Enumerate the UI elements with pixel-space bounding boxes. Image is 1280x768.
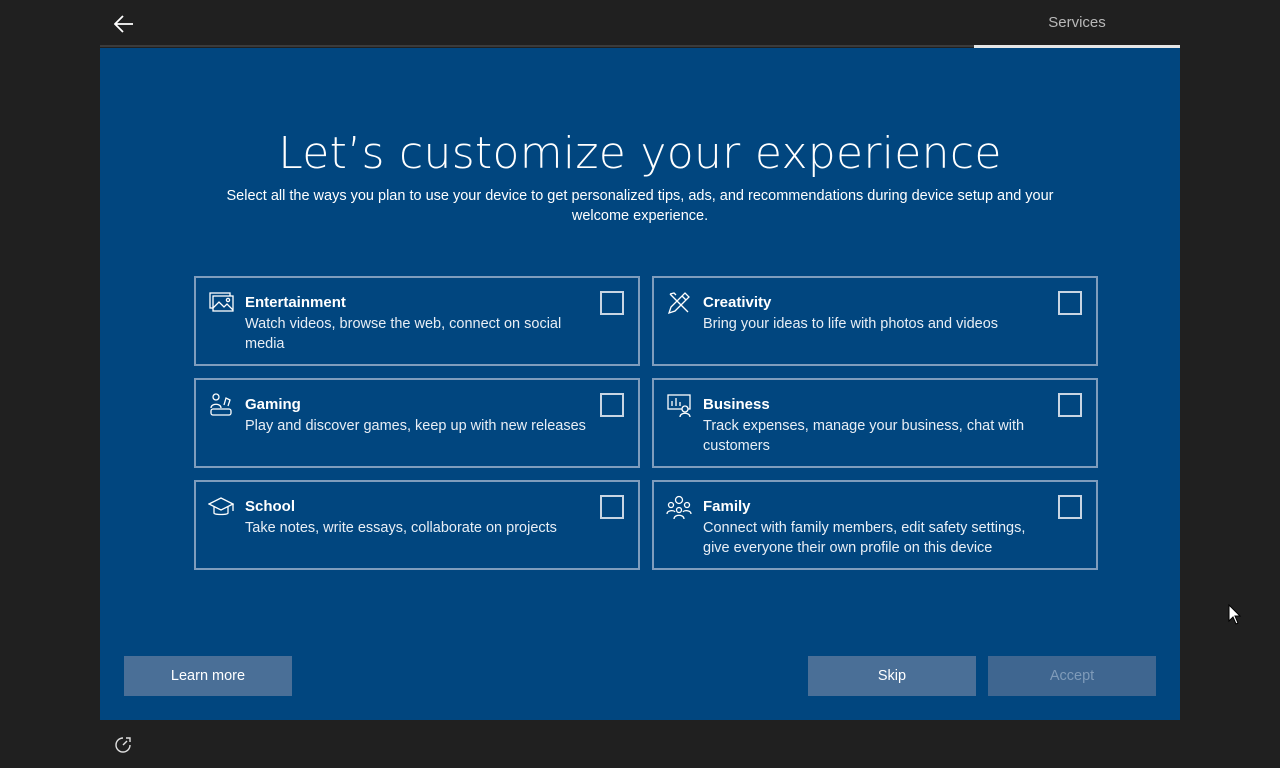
main-panel: Let’s customize your experience Select a… [100, 48, 1180, 720]
gaming-icon [208, 392, 234, 418]
option-checkbox[interactable] [600, 291, 624, 315]
top-bar: Services [0, 0, 1280, 48]
page-subtitle: Select all the ways you plan to use your… [226, 188, 1054, 224]
skip-button[interactable]: Skip [808, 656, 976, 696]
option-description: Watch videos, browse the web, connect on… [245, 316, 562, 352]
option-card-gaming[interactable]: Gaming Play and discover games, keep up … [194, 378, 640, 468]
business-icon [666, 392, 692, 418]
option-checkbox[interactable] [600, 495, 624, 519]
option-description: Connect with family members, edit safety… [703, 520, 1026, 556]
page-title: Let’s customize your experience [278, 128, 1002, 179]
option-title: School [245, 498, 296, 515]
options-grid: Entertainment Watch videos, browse the w… [194, 276, 1098, 570]
option-title: Creativity [703, 294, 772, 311]
option-title: Gaming [245, 396, 301, 413]
option-description: Play and discover games, keep up with ne… [245, 418, 586, 434]
option-title: Family [703, 498, 751, 515]
accessibility-icon [115, 737, 131, 753]
school-icon [207, 494, 235, 520]
option-card-school[interactable]: School Take notes, write essays, collabo… [194, 480, 640, 570]
option-card-entertainment[interactable]: Entertainment Watch videos, browse the w… [194, 276, 640, 366]
option-description: Bring your ideas to life with photos and… [703, 316, 999, 332]
family-icon [666, 494, 692, 520]
accessibility-button[interactable] [114, 736, 132, 754]
option-card-business[interactable]: Business Track expenses, manage your bus… [652, 378, 1098, 468]
option-card-creativity[interactable]: Creativity Bring your ideas to life with… [652, 276, 1098, 366]
option-description: Track expenses, manage your business, ch… [703, 418, 1025, 454]
option-title: Business [703, 396, 770, 413]
section-label: Services [1048, 14, 1106, 31]
option-description: Take notes, write essays, collaborate on… [245, 520, 557, 536]
option-card-family[interactable]: Family Connect with family members, edit… [652, 480, 1098, 570]
entertainment-icon [208, 290, 234, 316]
back-button[interactable] [108, 8, 140, 40]
option-checkbox[interactable] [1058, 291, 1082, 315]
creativity-icon [666, 290, 692, 316]
option-checkbox[interactable] [1058, 393, 1082, 417]
accept-button[interactable]: Accept [988, 656, 1156, 696]
option-title: Entertainment [245, 294, 346, 311]
arrow-left-icon [114, 15, 133, 33]
option-checkbox[interactable] [600, 393, 624, 417]
learn-more-button[interactable]: Learn more [124, 656, 292, 696]
option-checkbox[interactable] [1058, 495, 1082, 519]
mouse-cursor-icon [1228, 604, 1242, 625]
